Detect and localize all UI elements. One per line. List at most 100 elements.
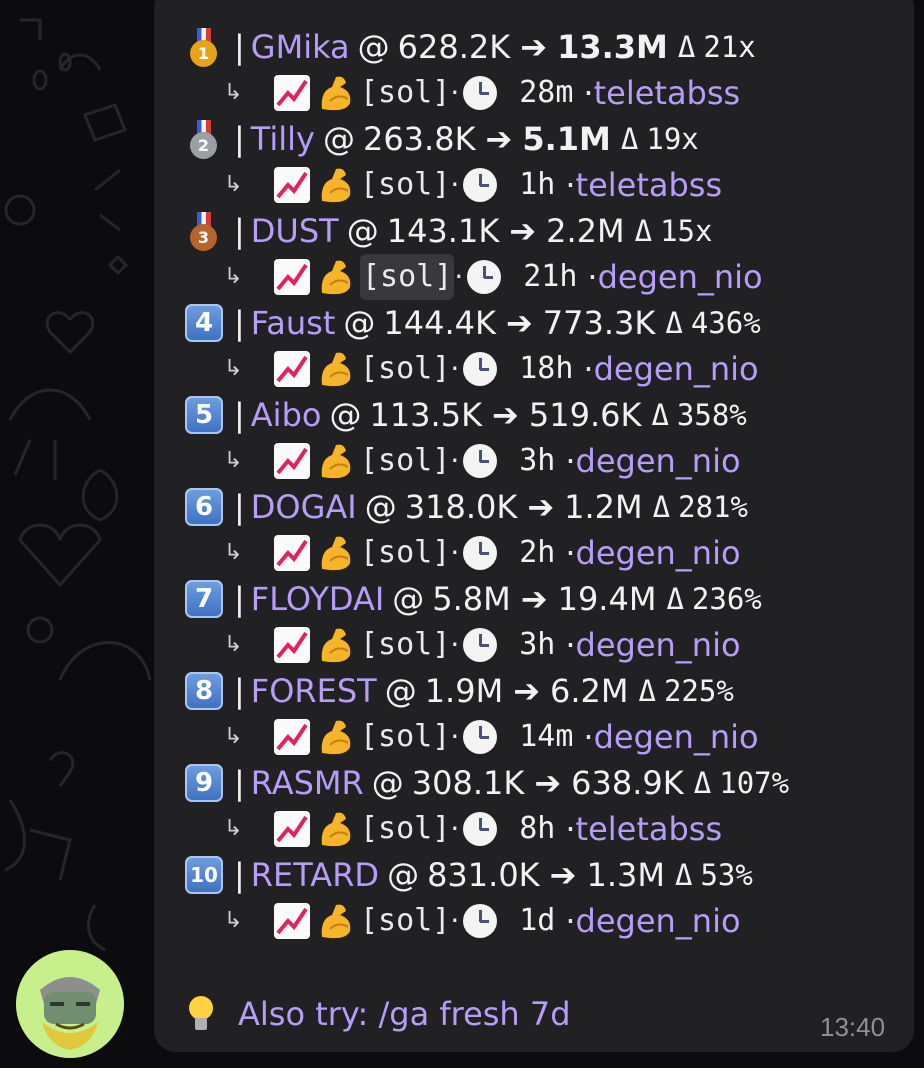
flexed-biceps-icon[interactable] (316, 441, 356, 481)
gain-multiplier: 15x (660, 214, 713, 248)
at-sign: @ (322, 120, 355, 158)
flexed-biceps-icon[interactable] (316, 809, 356, 849)
token-link[interactable]: Faust (251, 300, 336, 346)
source-link[interactable]: teletabss (576, 806, 723, 852)
chain-tag[interactable]: [sol] (360, 346, 450, 392)
leaderboard-entry-detail: ↳ [sol] · 3h · degen_nio (182, 438, 914, 484)
chain-tag[interactable]: [sol] (360, 254, 455, 300)
chain-tag[interactable]: [sol] (360, 70, 450, 116)
age-label: 21h (523, 259, 578, 294)
chart-increasing-icon[interactable] (272, 717, 312, 757)
source-link[interactable]: degen_nio (576, 622, 741, 668)
sender-avatar[interactable] (16, 950, 124, 1058)
token-link[interactable]: GMika (251, 24, 350, 70)
age-label: 14m (519, 719, 574, 754)
leaderboard-entry-detail: ↳ [sol] · 1d · degen_nio (182, 898, 914, 944)
dot-separator: · (565, 626, 576, 664)
dot-separator: · (565, 442, 576, 480)
chart-increasing-icon[interactable] (272, 73, 312, 113)
flexed-biceps-icon[interactable] (316, 625, 356, 665)
chart-increasing-icon[interactable] (272, 441, 312, 481)
chart-increasing-icon[interactable] (272, 809, 312, 849)
gain-multiplier: 236% (691, 582, 762, 616)
chain-tag[interactable]: [sol] (360, 806, 450, 852)
chain-tag[interactable]: [sol] (360, 438, 450, 484)
token-link[interactable]: RASMR (251, 760, 364, 806)
dot-separator: · (565, 902, 576, 940)
chain-tag[interactable]: [sol] (360, 898, 450, 944)
clock-icon (463, 628, 498, 662)
flexed-biceps-icon[interactable] (316, 717, 356, 757)
source-link[interactable]: degen_nio (576, 898, 741, 944)
chain-tag[interactable]: [sol] (360, 530, 450, 576)
age-label: 18h (519, 351, 574, 386)
at-sign: @ (329, 396, 362, 434)
tip-text[interactable]: Also try: /ga fresh 7d (238, 995, 571, 1033)
flexed-biceps-icon[interactable] (316, 901, 356, 941)
at-sign: @ (343, 304, 376, 342)
source-link[interactable]: degen_nio (594, 346, 759, 392)
chart-increasing-icon[interactable] (272, 349, 312, 389)
flexed-biceps-icon[interactable] (316, 257, 356, 297)
dot-separator: · (450, 812, 460, 845)
arrow-right-icon: ➔ (513, 672, 540, 710)
leaderboard-entry: 5 | Aibo @113.5K ➔ 519.6K Δ 358% (182, 392, 914, 438)
chart-increasing-icon[interactable] (272, 165, 312, 205)
flexed-biceps-icon[interactable] (316, 533, 356, 573)
peak-mcap: 1.2M (564, 488, 643, 526)
dot-separator: · (450, 628, 460, 661)
start-mcap: 5.8M (432, 580, 511, 618)
peak-mcap: 6.2M (550, 672, 629, 710)
separator: | (234, 304, 245, 342)
token-link[interactable]: Tilly (251, 116, 315, 162)
source-link[interactable]: degen_nio (598, 254, 763, 300)
source-link[interactable]: teletabss (576, 162, 723, 208)
flexed-biceps-icon[interactable] (316, 73, 356, 113)
peak-mcap: 519.6K (528, 396, 642, 434)
flexed-biceps-icon[interactable] (316, 165, 356, 205)
chart-increasing-icon[interactable] (272, 257, 312, 297)
token-link[interactable]: Aibo (251, 392, 322, 438)
delta-symbol: Δ (674, 858, 693, 892)
dot-separator: · (450, 168, 460, 201)
bearded-character-avatar-icon (16, 950, 124, 1058)
flexed-biceps-icon[interactable] (316, 349, 356, 389)
chain-tag[interactable]: [sol] (360, 162, 450, 208)
peak-mcap: 2.2M (546, 212, 625, 250)
age-label: 28m (519, 75, 574, 110)
source-link[interactable]: degen_nio (576, 530, 741, 576)
at-sign: @ (346, 212, 379, 250)
keycap-5-icon: 5 (185, 396, 223, 434)
token-link[interactable]: FOREST (251, 668, 377, 714)
separator: | (234, 764, 245, 802)
source-link[interactable]: degen_nio (576, 438, 741, 484)
token-link[interactable]: DOGAI (251, 484, 357, 530)
chain-tag[interactable]: [sol] (360, 622, 450, 668)
gold-medal-icon: 1 (189, 28, 219, 67)
source-link[interactable]: degen_nio (594, 714, 759, 760)
separator: | (234, 212, 245, 250)
reply-hook-icon: ↳ (224, 632, 243, 657)
clock-icon (463, 904, 498, 938)
chart-increasing-icon[interactable] (272, 901, 312, 941)
separator: | (234, 488, 245, 526)
chain-tag[interactable]: [sol] (360, 714, 450, 760)
token-link[interactable]: RETARD (251, 852, 379, 898)
chart-increasing-icon[interactable] (272, 625, 312, 665)
leaderboard-entry: 8 | FOREST @1.9M ➔ 6.2M Δ 225% (182, 668, 914, 714)
gain-multiplier: 107% (719, 766, 790, 800)
token-link[interactable]: DUST (251, 208, 339, 254)
dot-separator: · (565, 810, 576, 848)
leaderboard-entry-detail: ↳ [sol] · 14m · degen_nio (182, 714, 914, 760)
dot-separator: · (450, 720, 460, 753)
keycap-9-icon: 9 (185, 764, 223, 802)
delta-symbol: Δ (665, 306, 683, 340)
arrow-right-icon: ➔ (520, 28, 548, 66)
at-sign: @ (384, 672, 417, 710)
token-link[interactable]: FLOYDAI (251, 576, 384, 622)
dot-separator: · (450, 444, 460, 477)
delta-symbol: Δ (677, 30, 696, 64)
chart-increasing-icon[interactable] (272, 533, 312, 573)
clock-icon (463, 812, 498, 846)
source-link[interactable]: teletabss (594, 70, 741, 116)
